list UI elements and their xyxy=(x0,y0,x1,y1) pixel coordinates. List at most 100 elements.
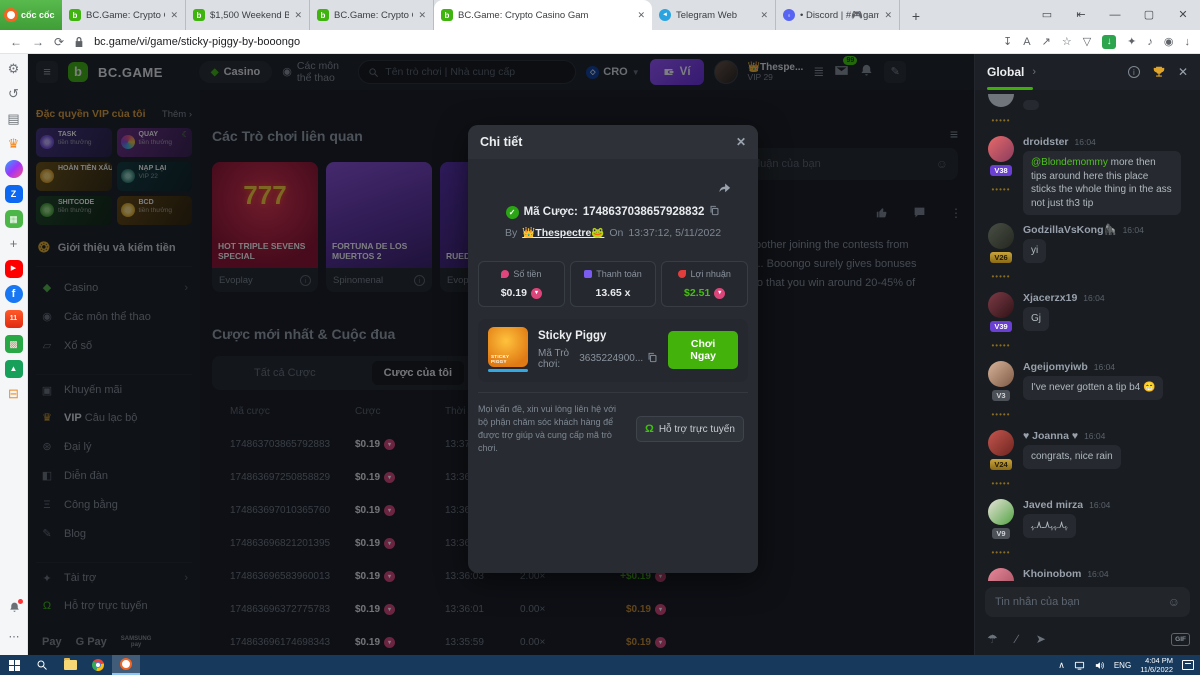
taskbar-search-icon[interactable] xyxy=(28,655,56,675)
browser-tab[interactable]: • Discord | #🎮games | BC G ✕ xyxy=(776,0,900,30)
browser-tab[interactable]: BC.Game: Crypto Casino Gam ✕ xyxy=(434,0,652,30)
address-bar: ← → ⟳ bc.game/vi/game/sticky-piggy-by-bo… xyxy=(0,30,1200,54)
chat-username[interactable]: Ageijomyiwb xyxy=(1023,361,1088,373)
slash-commands-icon[interactable]: ∕ xyxy=(1016,632,1018,646)
tab-close-icon[interactable]: ✕ xyxy=(884,10,892,21)
forward-icon[interactable]: → xyxy=(32,35,44,49)
crown-icon[interactable]: ♛ xyxy=(5,135,23,153)
chat-username[interactable]: Xjacerzx19 xyxy=(1023,292,1077,304)
chat-username[interactable]: ♥ Joanna ♥ xyxy=(1023,430,1078,442)
game-thumbnail[interactable]: STICKY PIGGY xyxy=(488,327,528,367)
tab-close-icon[interactable]: ✕ xyxy=(637,10,645,21)
chevron-right-icon[interactable]: › xyxy=(1032,66,1036,78)
taskbar-clock[interactable]: 4:04 PM 11/6/2022 xyxy=(1140,656,1173,675)
avatar[interactable] xyxy=(988,430,1014,456)
chrome-icon[interactable] xyxy=(84,655,112,675)
downloads-tray-icon[interactable]: ↓ xyxy=(1185,36,1191,48)
avatar[interactable] xyxy=(988,361,1014,387)
new-tab-button[interactable]: + xyxy=(904,4,928,28)
reading-mode-icon[interactable]: ▭ xyxy=(1030,0,1064,30)
collapse-icon[interactable]: ⇤ xyxy=(1064,0,1098,30)
file-explorer-icon[interactable] xyxy=(56,655,84,675)
avatar[interactable] xyxy=(988,292,1014,318)
shop-icon[interactable]: ▲ xyxy=(5,360,23,378)
avatar[interactable] xyxy=(988,136,1014,162)
download-manager-icon[interactable]: ↓ xyxy=(1102,35,1116,49)
chat-username[interactable]: GodzillaVsKong🦍 xyxy=(1023,223,1117,236)
share-bet-icon[interactable] xyxy=(717,181,732,201)
chat-username[interactable]: Khoinobom xyxy=(1023,568,1081,580)
chat-room-name[interactable]: Global xyxy=(987,65,1024,79)
tab-close-icon[interactable]: ✕ xyxy=(418,10,426,21)
reading-list-icon[interactable]: ▤ xyxy=(5,110,23,128)
reload-icon[interactable]: ⟳ xyxy=(54,35,64,49)
messenger-icon[interactable] xyxy=(5,160,23,178)
browser-tab[interactable]: BC.Game: Crypto Casino Gan ✕ xyxy=(310,0,434,30)
trophy-icon[interactable] xyxy=(1152,65,1166,79)
back-icon[interactable]: ← xyxy=(10,35,22,49)
live-support-button[interactable]: Ω Hỗ trợ trực tuyến xyxy=(636,416,744,442)
modal-game-name: Sticky Piggy xyxy=(538,330,658,342)
bet-details-modal: Chi tiết ✕ ✓ Mã Cược: 174863703865792883… xyxy=(468,125,758,573)
save-page-icon[interactable]: ↧ xyxy=(1003,35,1012,48)
copy-icon[interactable] xyxy=(709,205,720,219)
zalo-icon[interactable]: Z xyxy=(5,185,23,203)
emoji-icon[interactable]: ☺ xyxy=(1168,595,1180,609)
gift-icon[interactable]: ▩ xyxy=(5,335,23,353)
browser-tab[interactable]: Telegram Web ✕ xyxy=(652,0,776,30)
notifications-bell-icon[interactable] xyxy=(5,601,23,619)
cart-icon[interactable]: ⊟ xyxy=(5,385,23,403)
more-icon[interactable]: ⋯ xyxy=(0,630,28,643)
chat-input-box[interactable]: ☺ xyxy=(985,587,1190,617)
network-icon[interactable] xyxy=(1074,660,1085,671)
rocket-icon[interactable]: ➤ xyxy=(1036,632,1046,646)
browser-tab[interactable]: $1,500 Weekend Booongo M ✕ xyxy=(186,0,310,30)
chat-input[interactable] xyxy=(995,596,1168,608)
sale-11-11-icon[interactable]: 11 xyxy=(5,310,23,328)
play-now-button[interactable]: Chơi Ngay xyxy=(668,331,738,369)
language-indicator[interactable]: ENG xyxy=(1114,661,1131,670)
bet-id-label: Mã Cược: xyxy=(524,206,578,218)
history-icon[interactable]: ↺ xyxy=(5,85,23,103)
bookmark-star-icon[interactable]: ☆ xyxy=(1062,35,1072,48)
support-help-text: Mọi vấn đề, xin vui lòng liên hệ với bộ … xyxy=(478,403,628,455)
youtube-icon[interactable]: ▶ xyxy=(5,260,23,278)
maximize-button[interactable]: ▢ xyxy=(1132,0,1166,30)
chat-username[interactable]: Javed mirza xyxy=(1023,499,1083,511)
action-center-icon[interactable] xyxy=(1182,660,1194,670)
tray-expand-icon[interactable]: ∧ xyxy=(1058,660,1065,671)
avatar[interactable] xyxy=(988,94,1014,107)
translate-icon[interactable]: A xyxy=(1023,36,1030,48)
extensions-icon[interactable]: ✦ xyxy=(1127,35,1136,48)
chat-info-icon[interactable]: i xyxy=(1128,66,1140,78)
rain-icon[interactable]: ☂ xyxy=(987,632,998,646)
shield-icon[interactable]: ▽ xyxy=(1083,35,1091,48)
add-icon[interactable]: + xyxy=(5,235,23,253)
minimize-button[interactable]: — xyxy=(1098,0,1132,30)
tab-close-icon[interactable]: ✕ xyxy=(294,10,302,21)
avatar[interactable] xyxy=(988,223,1014,249)
close-button[interactable]: ✕ xyxy=(1166,0,1200,30)
volume-icon[interactable] xyxy=(1094,660,1105,671)
gif-icon[interactable]: GIF xyxy=(1171,633,1190,646)
profile-icon[interactable]: ◉ xyxy=(1164,35,1174,48)
tab-close-icon[interactable]: ✕ xyxy=(760,10,768,21)
facebook-icon[interactable]: f xyxy=(5,285,23,303)
tab-close-icon[interactable]: ✕ xyxy=(170,10,178,21)
url-text[interactable]: bc.game/vi/game/sticky-piggy-by-booongo xyxy=(94,36,993,48)
settings-icon[interactable]: ⚙ xyxy=(5,60,23,78)
start-button[interactable] xyxy=(0,655,28,675)
modal-close-icon[interactable]: ✕ xyxy=(736,135,746,149)
avatar[interactable] xyxy=(988,568,1014,581)
share-icon[interactable]: ↗ xyxy=(1042,35,1051,48)
avatar[interactable] xyxy=(988,499,1014,525)
bettor-name[interactable]: 👑Thespectre🐸 xyxy=(522,226,604,239)
browser-tab[interactable]: BC.Game: Crypto Casino Gam ✕ xyxy=(62,0,186,30)
chat-close-icon[interactable]: ✕ xyxy=(1178,65,1188,79)
copy-icon[interactable] xyxy=(647,352,658,366)
games-icon[interactable]: ▦ xyxy=(5,210,23,228)
lock-icon[interactable] xyxy=(74,36,84,48)
coccoc-app-icon[interactable] xyxy=(112,655,140,675)
chat-username[interactable]: droidster xyxy=(1023,136,1069,148)
media-icon[interactable]: ♪ xyxy=(1147,36,1153,48)
